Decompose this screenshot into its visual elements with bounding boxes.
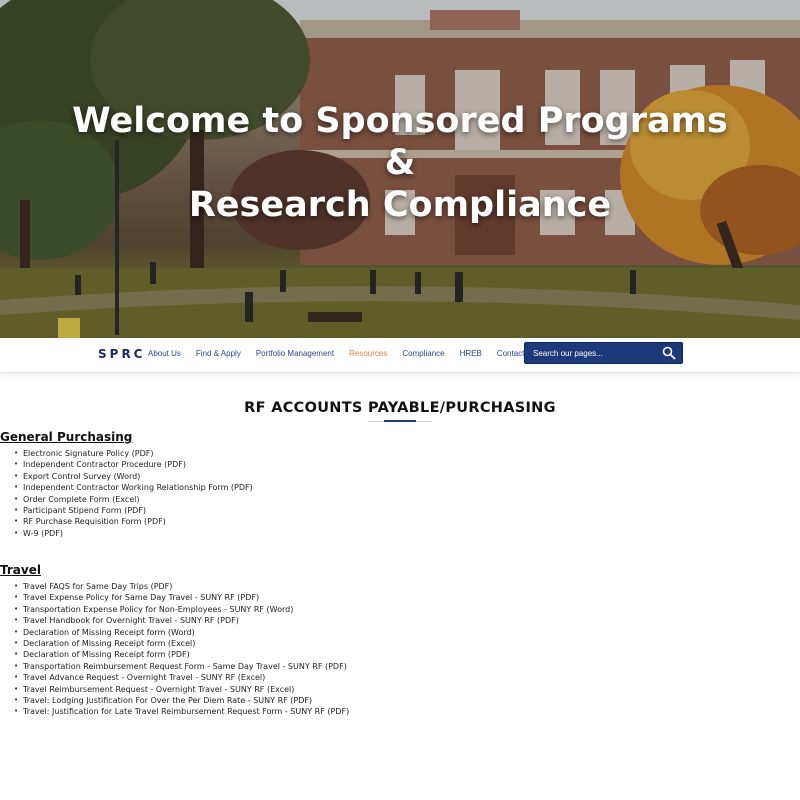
list-item: Travel: Justification for Late Travel Re… [14,706,349,718]
list-item: W-9 (PDF) [14,528,253,540]
list-item: Participant Stipend Form (PDF) [14,505,253,517]
list-item: Declaration of Missing Receipt form (PDF… [14,649,349,661]
search-icon[interactable] [662,346,676,360]
travel-list: Travel FAQS for Same Day Trips (PDF) Tra… [12,581,349,718]
document-link[interactable]: Travel FAQS for Same Day Trips (PDF) [23,582,172,591]
list-item: Independent Contractor Procedure (PDF) [14,459,253,471]
document-link[interactable]: Travel Expense Policy for Same Day Trave… [23,593,259,602]
document-link[interactable]: Independent Contractor Working Relations… [23,483,253,492]
document-link[interactable]: Order Complete Form (Excel) [23,495,140,504]
list-item: RF Purchase Requisition Form (PDF) [14,516,253,528]
list-item: Independent Contractor Working Relations… [14,482,253,494]
nav-links: About Us Find & Apply Portfolio Manageme… [148,349,539,358]
document-link[interactable]: W-9 (PDF) [23,529,63,538]
section-heading-general-purchasing: General Purchasing [0,430,133,444]
list-item: Transportation Expense Policy for Non-Em… [14,604,349,616]
main-navigation: SPRC About Us Find & Apply Portfolio Man… [0,338,800,373]
list-item: Declaration of Missing Receipt form (Wor… [14,627,349,639]
document-link[interactable]: Travel: Justification for Late Travel Re… [23,707,349,716]
document-link[interactable]: Declaration of Missing Receipt form (Exc… [23,639,195,648]
nav-link-hreb[interactable]: HREB [460,349,482,358]
list-item: Electronic Signature Policy (PDF) [14,448,253,460]
search-input[interactable] [531,346,660,361]
hero-banner: Welcome to Sponsored Programs & Research… [0,0,800,338]
hero-title-line1: Welcome to Sponsored Programs [72,101,728,141]
general-purchasing-list: Electronic Signature Policy (PDF) Indepe… [12,448,253,540]
document-link[interactable]: Travel: Lodging Justification For Over t… [23,696,312,705]
list-item: Travel FAQS for Same Day Trips (PDF) [14,581,349,593]
search-box [524,342,683,364]
nav-link-contact[interactable]: Contact [497,349,525,358]
hero-title: Welcome to Sponsored Programs & Research… [0,100,800,226]
nav-link-resources[interactable]: Resources [349,349,387,358]
nav-link-find-apply[interactable]: Find & Apply [196,349,241,358]
brand-logo[interactable]: SPRC [98,347,145,361]
document-link[interactable]: Transportation Expense Policy for Non-Em… [23,605,293,614]
document-link[interactable]: Participant Stipend Form (PDF) [23,506,146,515]
list-item: Travel Expense Policy for Same Day Trave… [14,592,349,604]
list-item: Declaration of Missing Receipt form (Exc… [14,638,349,650]
document-link[interactable]: Electronic Signature Policy (PDF) [23,449,154,458]
list-item: Travel Advance Request - Overnight Trave… [14,672,349,684]
nav-link-compliance[interactable]: Compliance [402,349,444,358]
nav-link-about-us[interactable]: About Us [148,349,181,358]
document-link[interactable]: Declaration of Missing Receipt form (Wor… [23,628,195,637]
list-item: Travel Reimbursement Request - Overnight… [14,684,349,696]
document-link[interactable]: Independent Contractor Procedure (PDF) [23,460,186,469]
document-link[interactable]: Export Control Survey (Word) [23,472,140,481]
list-item: Order Complete Form (Excel) [14,494,253,506]
nav-link-portfolio-management[interactable]: Portfolio Management [256,349,334,358]
list-item: Export Control Survey (Word) [14,471,253,483]
document-link[interactable]: Transportation Reimbursement Request For… [23,662,347,671]
list-item: Travel: Lodging Justification For Over t… [14,695,349,707]
list-item: Travel Handbook for Overnight Travel - S… [14,615,349,627]
list-item: Transportation Reimbursement Request For… [14,661,349,673]
page-title: RF ACCOUNTS PAYABLE/PURCHASING [244,400,556,416]
section-heading-travel: Travel [0,563,41,577]
document-link[interactable]: RF Purchase Requisition Form (PDF) [23,517,166,526]
hero-title-line2: & [384,143,416,183]
hero-title-line3: Research Compliance [188,185,612,225]
document-link[interactable]: Travel Handbook for Overnight Travel - S… [23,616,239,625]
document-link[interactable]: Travel Reimbursement Request - Overnight… [23,685,294,694]
document-link[interactable]: Declaration of Missing Receipt form (PDF… [23,650,190,659]
title-divider [368,420,432,422]
document-link[interactable]: Travel Advance Request - Overnight Trave… [23,673,265,682]
